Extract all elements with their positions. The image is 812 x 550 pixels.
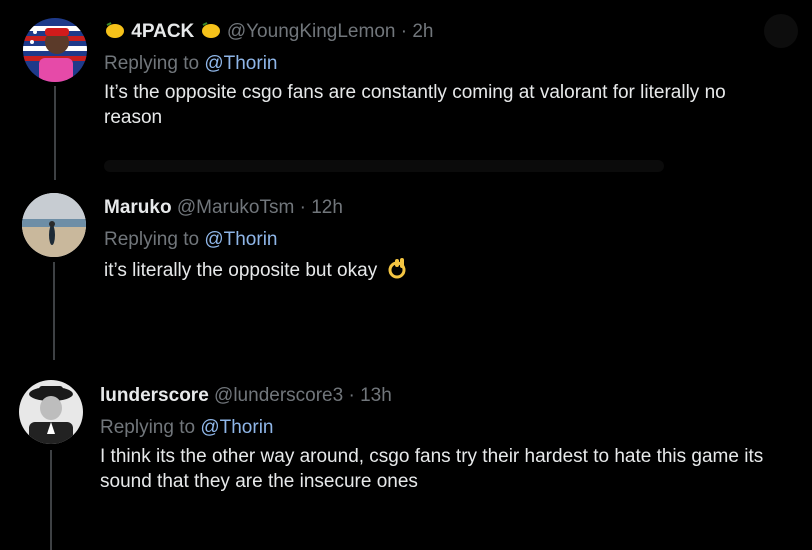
- reply-item[interactable]: Maruko @MarukoTsm · 12h Replying to @Tho…: [0, 180, 812, 360]
- display-name[interactable]: lunderscore: [100, 385, 209, 406]
- reply-meta: Maruko @MarukoTsm · 12h: [104, 196, 794, 220]
- replying-to: Replying to @Thorin: [100, 416, 800, 440]
- reply-meta: lunderscore @lunderscore3 · 13h: [100, 384, 800, 408]
- timestamp[interactable]: 13h: [360, 385, 392, 406]
- avatar[interactable]: [22, 193, 86, 257]
- reply-item[interactable]: 4PACK @YoungKingLemon · 2h Replying to @…: [0, 0, 812, 180]
- thread-connector-line: [53, 262, 55, 360]
- user-handle[interactable]: @MarukoTsm: [177, 197, 294, 218]
- reply-text-wrapper: it’s literally the opposite but okay: [104, 256, 794, 283]
- timestamp[interactable]: 12h: [311, 197, 343, 218]
- mention-link[interactable]: @Thorin: [204, 229, 277, 250]
- black-and-white-portrait-avatar: [19, 380, 83, 444]
- avatar[interactable]: [19, 380, 83, 444]
- lemon-emoji-icon: [106, 22, 124, 38]
- replying-to: Replying to @Thorin: [104, 228, 794, 252]
- replying-to-label: Replying to: [104, 229, 200, 250]
- mention-link[interactable]: @Thorin: [204, 53, 277, 74]
- display-name[interactable]: Maruko: [104, 197, 172, 218]
- reply-text: it’s literally the opposite but okay: [104, 260, 378, 281]
- reply-text: It’s the opposite csgo fans are constant…: [104, 82, 726, 128]
- replying-to: Replying to @Thorin: [104, 52, 794, 76]
- faded-action-bar: [104, 160, 664, 172]
- american-flag-user-avatar: [23, 18, 87, 82]
- ok-hand-emoji-icon: [388, 258, 406, 279]
- user-handle[interactable]: @lunderscore3: [214, 385, 343, 406]
- reply-meta: 4PACK @YoungKingLemon · 2h: [104, 20, 794, 44]
- separator-dot: ·: [400, 21, 408, 42]
- display-name[interactable]: 4PACK: [131, 21, 194, 42]
- thread-connector-line: [50, 450, 52, 550]
- replying-to-label: Replying to: [100, 417, 196, 438]
- separator-dot: ·: [299, 197, 306, 218]
- mention-link[interactable]: @Thorin: [200, 417, 273, 438]
- beach-photo-avatar: [22, 193, 86, 257]
- reply-item[interactable]: lunderscore @lunderscore3 · 13h Replying…: [0, 360, 812, 550]
- lemon-emoji-icon: [201, 22, 220, 38]
- thread-connector-line: [54, 86, 56, 180]
- avatar[interactable]: [23, 18, 87, 82]
- separator-dot: ·: [348, 385, 355, 406]
- timestamp[interactable]: 2h: [412, 21, 433, 42]
- replying-to-label: Replying to: [104, 53, 200, 74]
- reply-text: I think its the other way around, csgo f…: [100, 446, 764, 492]
- user-handle[interactable]: @YoungKingLemon: [227, 21, 396, 42]
